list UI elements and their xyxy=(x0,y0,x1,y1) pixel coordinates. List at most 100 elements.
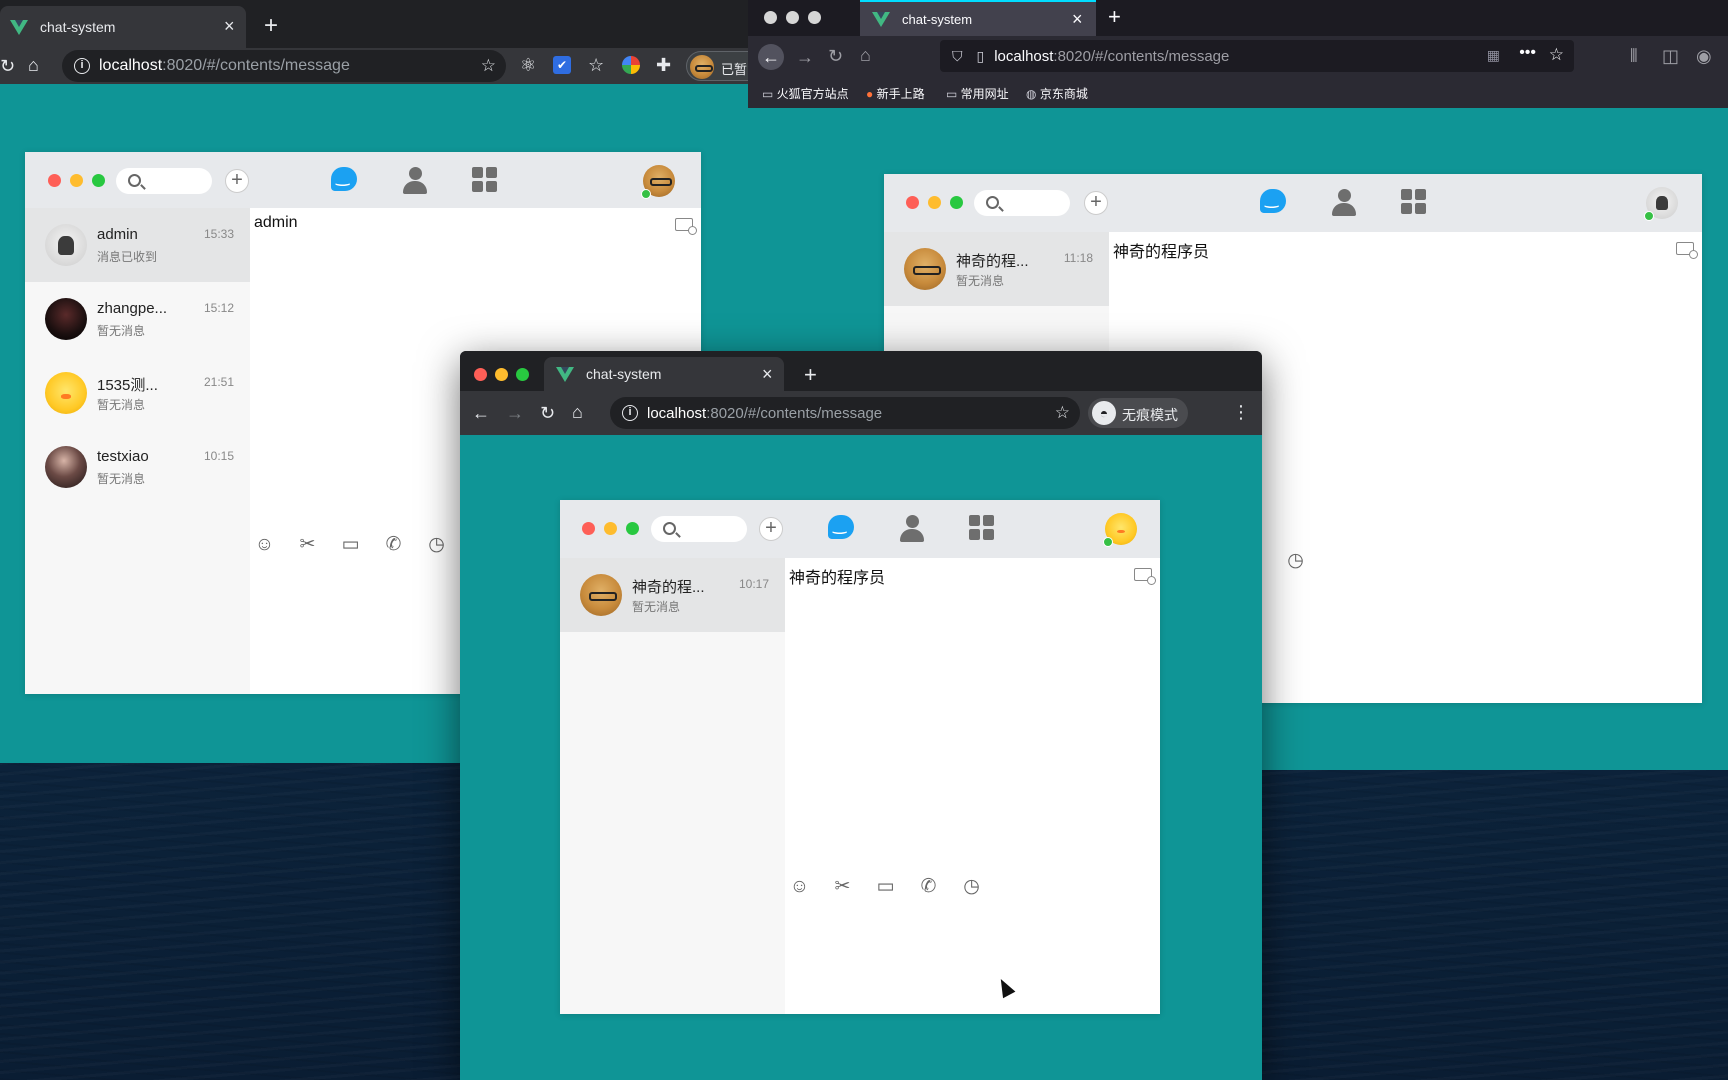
nav-apps[interactable] xyxy=(969,515,997,543)
new-tab-icon[interactable]: + xyxy=(1108,5,1121,29)
emoji-icon[interactable]: ☺ xyxy=(254,534,275,555)
screen-share-icon[interactable] xyxy=(675,218,697,235)
close-dot[interactable] xyxy=(582,522,595,535)
right-tab[interactable]: chat-system × xyxy=(860,0,1096,36)
maximize-dot[interactable] xyxy=(92,174,105,187)
forward-icon[interactable]: → xyxy=(506,404,524,422)
back-icon[interactable]: ← xyxy=(472,404,490,422)
star-extension-icon[interactable]: ☆ xyxy=(588,56,604,74)
folder-icon[interactable]: ▭ xyxy=(340,534,361,555)
close-icon[interactable]: × xyxy=(762,365,773,383)
maximize-dot[interactable] xyxy=(808,11,821,24)
left-url-bar[interactable]: i localhost :8020/#/contents/message ☆ xyxy=(62,50,506,82)
info-icon[interactable]: i xyxy=(74,58,90,74)
contact-item[interactable]: 1535测... 21:51 暂无消息 xyxy=(25,356,250,430)
home-icon[interactable]: ⌂ xyxy=(572,403,583,421)
back-icon[interactable]: ← xyxy=(758,44,784,70)
bookmark-item[interactable]: ▭ 常用网址 xyxy=(946,85,1009,102)
url-path: :8020/#/contents/message xyxy=(162,57,350,74)
color-extension-icon[interactable] xyxy=(622,56,640,74)
nav-messages[interactable] xyxy=(828,515,856,543)
contact-item[interactable]: 神奇的程... 10:17 暂无消息 xyxy=(560,558,785,632)
new-tab-icon[interactable]: + xyxy=(264,14,278,38)
history-icon[interactable]: ◷ xyxy=(1285,550,1306,571)
incognito-chip[interactable]: ◓ 无痕模式 xyxy=(1088,398,1188,428)
add-button[interactable]: + xyxy=(225,169,249,193)
contact-item[interactable]: zhangpe... 15:12 暂无消息 xyxy=(25,282,250,356)
screen-share-icon[interactable] xyxy=(1134,568,1156,585)
library-icon[interactable]: ⫴ xyxy=(1630,47,1638,65)
info-icon[interactable]: i xyxy=(622,405,638,421)
folder-icon[interactable]: ▭ xyxy=(875,876,896,897)
bookmark-item[interactable]: ◍ 京东商城 xyxy=(1026,85,1088,102)
emoji-icon[interactable]: ☺ xyxy=(789,876,810,897)
front-url-bar[interactable]: i localhost :8020/#/contents/message ☆ xyxy=(610,397,1080,429)
qr-code-icon[interactable]: ▦ xyxy=(1487,47,1500,64)
nav-messages[interactable] xyxy=(1260,189,1288,217)
menu-icon[interactable]: ⋮ xyxy=(1232,403,1250,421)
minimize-dot[interactable] xyxy=(70,174,83,187)
search-input[interactable] xyxy=(116,168,212,194)
reload-icon[interactable]: ↻ xyxy=(540,404,555,422)
contact-item[interactable]: 神奇的程... 11:18 暂无消息 xyxy=(884,232,1109,306)
bookmark-star-icon[interactable]: ☆ xyxy=(481,56,496,76)
search-input[interactable] xyxy=(651,516,747,542)
tracking-shield-icon[interactable]: ⛉ xyxy=(952,48,963,65)
contact-item[interactable]: testxiao 10:15 暂无消息 xyxy=(25,430,250,504)
nav-contacts[interactable] xyxy=(401,167,429,195)
maximize-dot[interactable] xyxy=(516,368,529,381)
contact-list: admin 15:33 消息已收到 zhangpe... 15:12 暂无消息 … xyxy=(25,208,250,694)
add-button[interactable]: + xyxy=(759,517,783,541)
home-icon[interactable]: ⌂ xyxy=(28,56,39,74)
forward-icon[interactable]: → xyxy=(796,48,814,66)
left-tab[interactable]: chat-system × xyxy=(0,6,246,48)
front-tab[interactable]: chat-system × xyxy=(544,357,784,391)
minimize-dot[interactable] xyxy=(604,522,617,535)
url-host: localhost xyxy=(647,404,707,422)
maximize-dot[interactable] xyxy=(626,522,639,535)
react-devtools-icon[interactable]: ⚛ xyxy=(520,56,536,74)
bookmark-star-icon[interactable]: ☆ xyxy=(1549,45,1564,65)
right-url-bar[interactable]: ⛉ ▯ localhost :8020/#/contents/message ▦… xyxy=(940,40,1574,72)
reload-icon[interactable]: ↻ xyxy=(828,47,843,65)
nav-apps[interactable] xyxy=(1401,189,1429,217)
close-dot[interactable] xyxy=(764,11,777,24)
search-input[interactable] xyxy=(974,190,1070,216)
page-actions-icon[interactable]: ••• xyxy=(1519,44,1536,62)
close-icon[interactable]: × xyxy=(1072,10,1083,28)
minimize-dot[interactable] xyxy=(928,196,941,209)
scissors-icon[interactable]: ✂ xyxy=(832,876,853,897)
maximize-dot[interactable] xyxy=(950,196,963,209)
close-dot[interactable] xyxy=(474,368,487,381)
phone-icon[interactable]: ✆ xyxy=(383,534,404,555)
reload-icon[interactable]: ↻ xyxy=(0,57,15,75)
bookmark-item[interactable]: ● 新手上路 xyxy=(866,85,925,102)
account-icon[interactable]: ◉ xyxy=(1696,47,1712,65)
nav-contacts[interactable] xyxy=(1330,189,1358,217)
close-dot[interactable] xyxy=(48,174,61,187)
phone-icon[interactable]: ✆ xyxy=(918,876,939,897)
bookmarks-bar: ▭ 火狐官方站点 ● 新手上路 ▭ 常用网址 ◍ 京东商城 xyxy=(748,76,1728,108)
nav-apps[interactable] xyxy=(472,167,500,195)
contacts-icon xyxy=(898,515,926,543)
nav-contacts[interactable] xyxy=(898,515,926,543)
home-icon[interactable]: ⌂ xyxy=(860,46,871,64)
bookmark-star-icon[interactable]: ☆ xyxy=(1055,403,1070,423)
scissors-icon[interactable]: ✂ xyxy=(297,534,318,555)
minimize-dot[interactable] xyxy=(495,368,508,381)
bookmark-item[interactable]: ▭ 火狐官方站点 xyxy=(762,85,849,102)
close-icon[interactable]: × xyxy=(224,17,235,35)
history-icon[interactable]: ◷ xyxy=(426,534,447,555)
contact-avatar xyxy=(45,224,87,266)
new-tab-icon[interactable]: + xyxy=(804,363,817,387)
nav-messages[interactable] xyxy=(331,167,359,195)
contact-item[interactable]: admin 15:33 消息已收到 xyxy=(25,208,250,282)
minimize-dot[interactable] xyxy=(786,11,799,24)
history-icon[interactable]: ◷ xyxy=(961,876,982,897)
extension-blue-icon[interactable]: ✔ xyxy=(553,56,571,74)
close-dot[interactable] xyxy=(906,196,919,209)
screen-share-icon[interactable] xyxy=(1676,242,1698,259)
puzzle-icon[interactable]: ✚ xyxy=(656,56,671,74)
add-button[interactable]: + xyxy=(1084,191,1108,215)
sidebar-icon[interactable]: ◫ xyxy=(1662,47,1679,65)
